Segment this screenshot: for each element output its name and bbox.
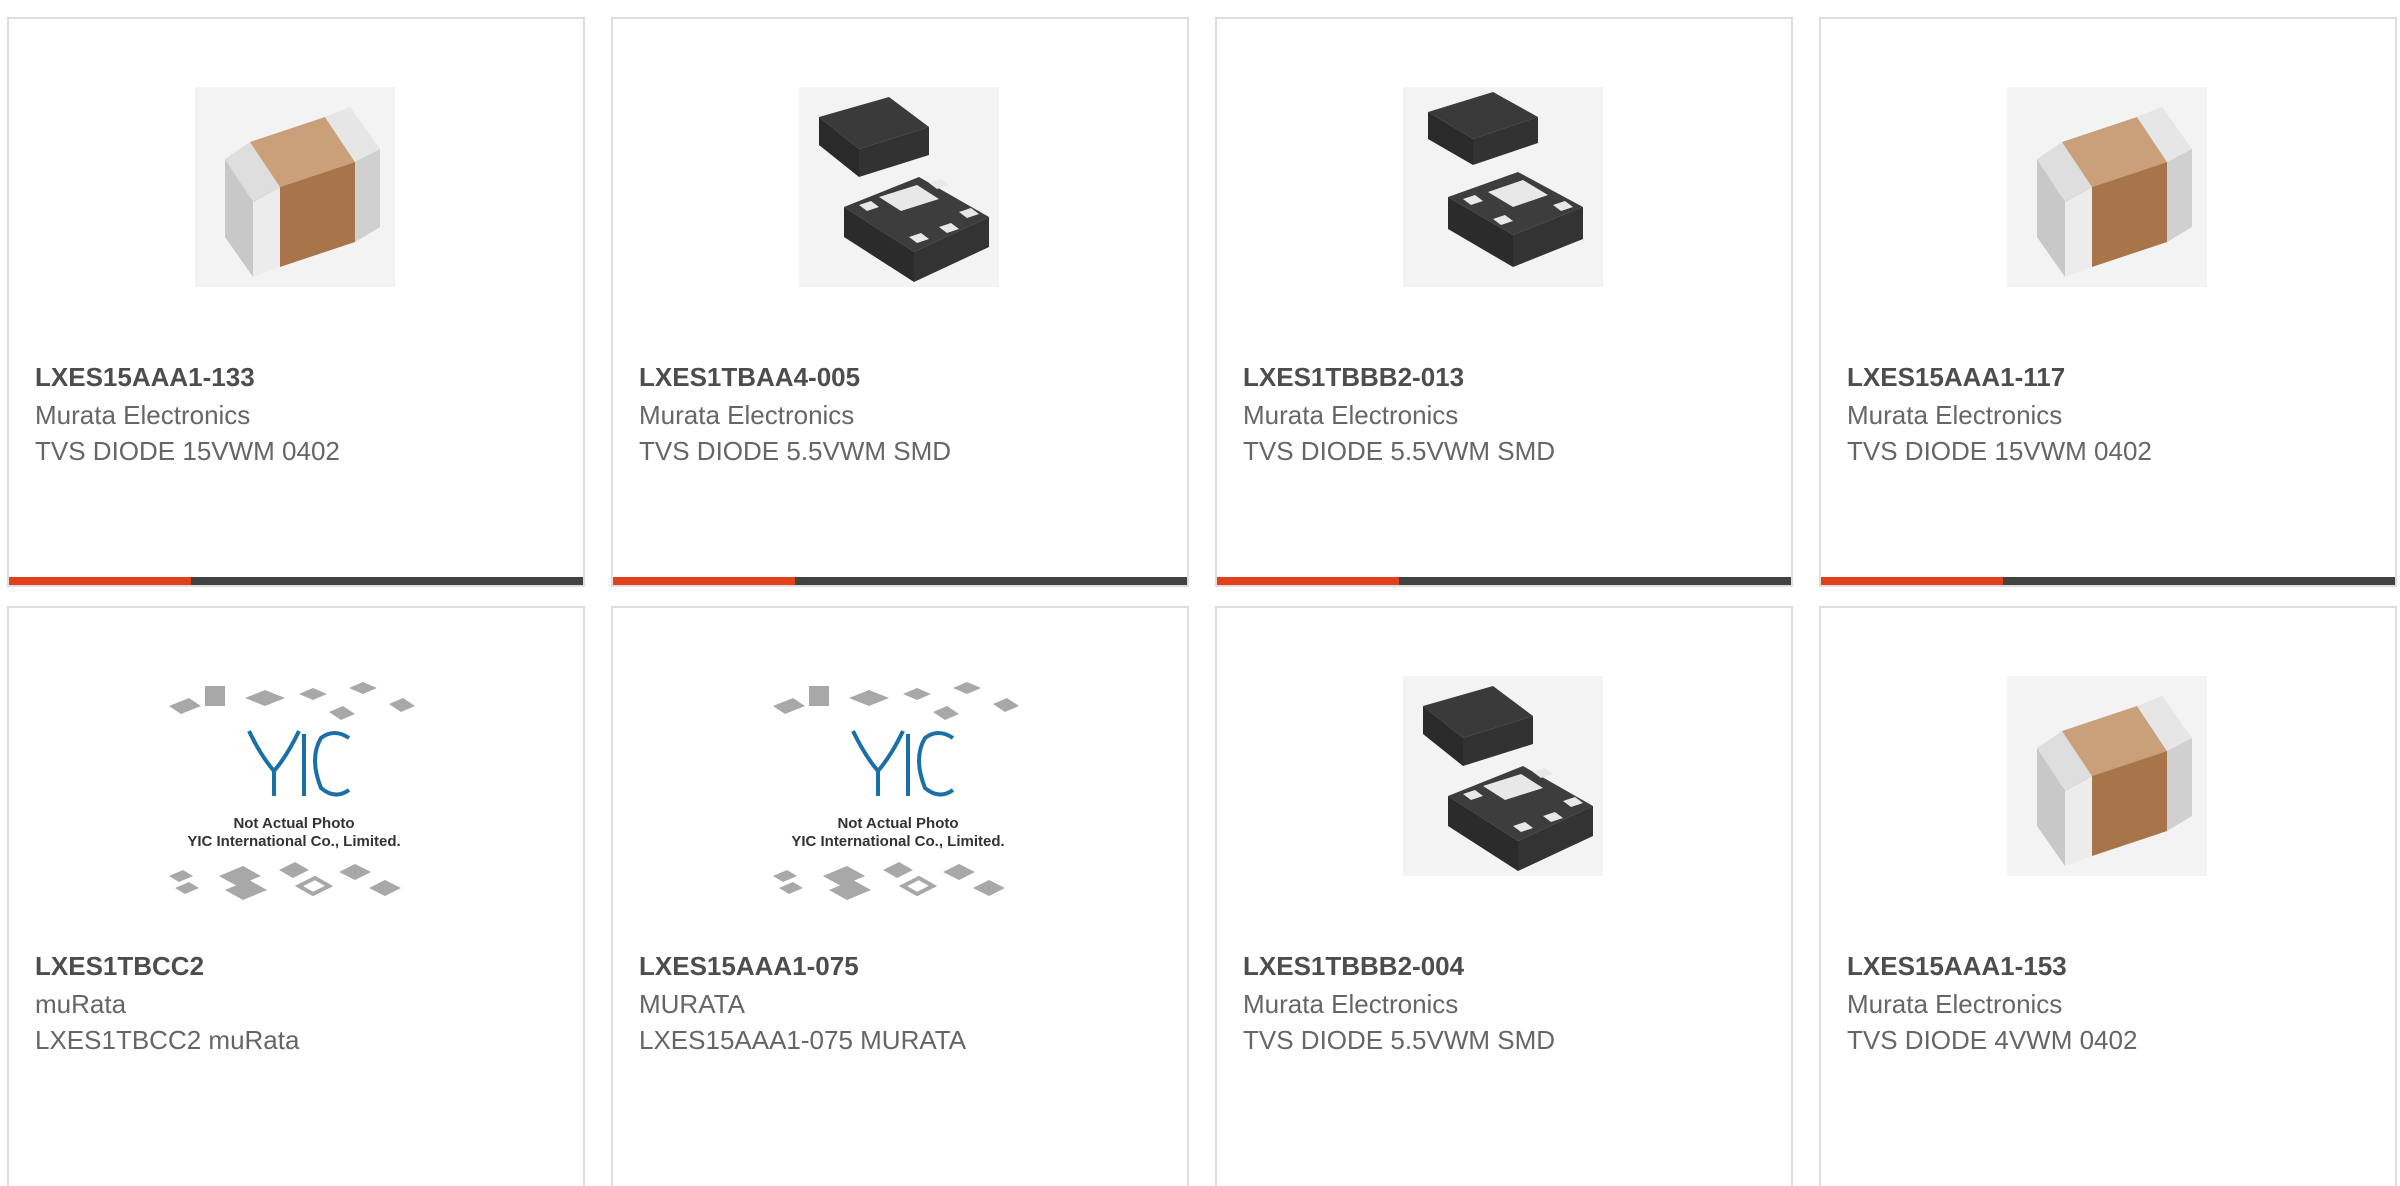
description-label: TVS DIODE 5.5VWM SMD	[639, 436, 952, 466]
manufacturer-label: Murata Electronics	[35, 400, 251, 430]
description-label: TVS DIODE 4VWM 0402	[1847, 1025, 2138, 1055]
part-number-link[interactable]: LXES1TBBB2-013	[1243, 362, 1464, 393]
manufacturer-label: Murata Electronics	[639, 400, 855, 430]
product-grid: LXES15AAA1-133 Murata Electronics TVS DI…	[0, 0, 2400, 1186]
placeholder-line2: YIC International Co., Limited.	[791, 833, 1004, 850]
manufacturer-label: Murata Electronics	[1847, 400, 2063, 430]
product-card[interactable]: LXES1TBBB2-013 Murata Electronics TVS DI…	[1215, 17, 1793, 587]
dfn-package-icon[interactable]	[1403, 87, 1603, 287]
description-label: LXES15AAA1-075 MURATA	[639, 1025, 967, 1055]
card-footer-bar	[1821, 577, 2395, 585]
description-label: TVS DIODE 15VWM 0402	[1847, 436, 2152, 466]
part-number-link[interactable]: LXES15AAA1-153	[1847, 951, 2067, 982]
card-footer-bar	[613, 577, 1187, 585]
dfn-package-icon[interactable]	[799, 87, 999, 287]
card-footer-bar	[9, 577, 583, 585]
part-number-link[interactable]: LXES15AAA1-117	[1847, 362, 2065, 393]
chip-capacitor-icon[interactable]	[2007, 87, 2207, 287]
description-label: TVS DIODE 5.5VWM SMD	[1243, 1025, 1556, 1055]
manufacturer-label: Murata Electronics	[1847, 989, 2063, 1019]
description-label: TVS DIODE 15VWM 0402	[35, 436, 340, 466]
product-card[interactable]: LXES15AAA1-153 Murata Electronics TVS DI…	[1819, 606, 2397, 1186]
card-accent-bar	[9, 577, 191, 585]
manufacturer-label: MURATA	[639, 989, 745, 1019]
product-card[interactable]: LXES1TBAA4-005 Murata Electronics TVS DI…	[611, 17, 1189, 587]
chip-capacitor-icon[interactable]	[195, 87, 395, 287]
product-card[interactable]: Not Actual Photo YIC International Co., …	[611, 606, 1189, 1186]
part-number-link[interactable]: LXES15AAA1-075	[639, 951, 859, 982]
placeholder-line1: Not Actual Photo	[837, 815, 958, 832]
manufacturer-label: muRata	[35, 989, 127, 1019]
part-number-link[interactable]: LXES1TBBB2-004	[1243, 951, 1464, 982]
manufacturer-label: Murata Electronics	[1243, 400, 1459, 430]
description-label: TVS DIODE 5.5VWM SMD	[1243, 436, 1556, 466]
placeholder-line2: YIC International Co., Limited.	[187, 833, 400, 850]
manufacturer-label: Murata Electronics	[1243, 989, 1459, 1019]
card-accent-bar	[613, 577, 795, 585]
part-number-link[interactable]: LXES15AAA1-133	[35, 362, 255, 393]
chip-capacitor-icon[interactable]	[2007, 676, 2207, 876]
placeholder-line1: Not Actual Photo	[233, 815, 354, 832]
card-footer-bar	[1217, 577, 1791, 585]
part-number-link[interactable]: LXES1TBAA4-005	[639, 362, 860, 393]
card-accent-bar	[1217, 577, 1399, 585]
product-card[interactable]: LXES15AAA1-117 Murata Electronics TVS DI…	[1819, 17, 2397, 587]
product-card[interactable]: Not Actual Photo YIC International Co., …	[7, 606, 585, 1186]
dfn-package-icon[interactable]	[1403, 676, 1603, 876]
yic-placeholder-icon[interactable]: Not Actual Photo YIC International Co., …	[753, 676, 1043, 900]
card-accent-bar	[1821, 577, 2003, 585]
product-card[interactable]: LXES1TBBB2-004 Murata Electronics TVS DI…	[1215, 606, 1793, 1186]
yic-placeholder-icon[interactable]: Not Actual Photo YIC International Co., …	[149, 676, 439, 900]
part-number-link[interactable]: LXES1TBCC2	[35, 951, 204, 982]
product-card[interactable]: LXES15AAA1-133 Murata Electronics TVS DI…	[7, 17, 585, 587]
description-label: LXES1TBCC2 muRata	[35, 1025, 300, 1055]
